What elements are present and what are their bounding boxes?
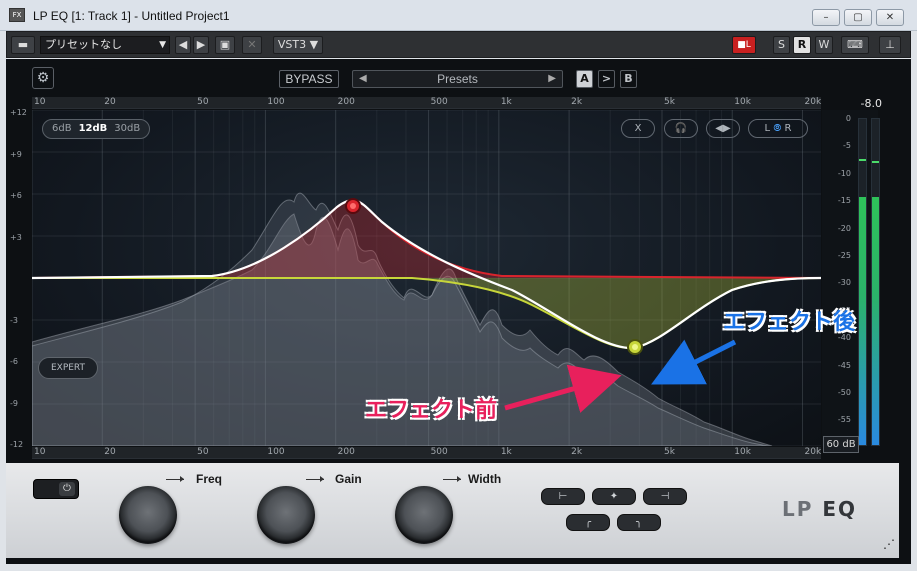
after-arrow	[651, 339, 737, 385]
before-annotation: エフェクト前	[365, 398, 498, 423]
before-arrow	[504, 364, 622, 413]
annotation-arrows	[504, 339, 737, 413]
after-annotation: エフェクト後	[723, 310, 856, 335]
